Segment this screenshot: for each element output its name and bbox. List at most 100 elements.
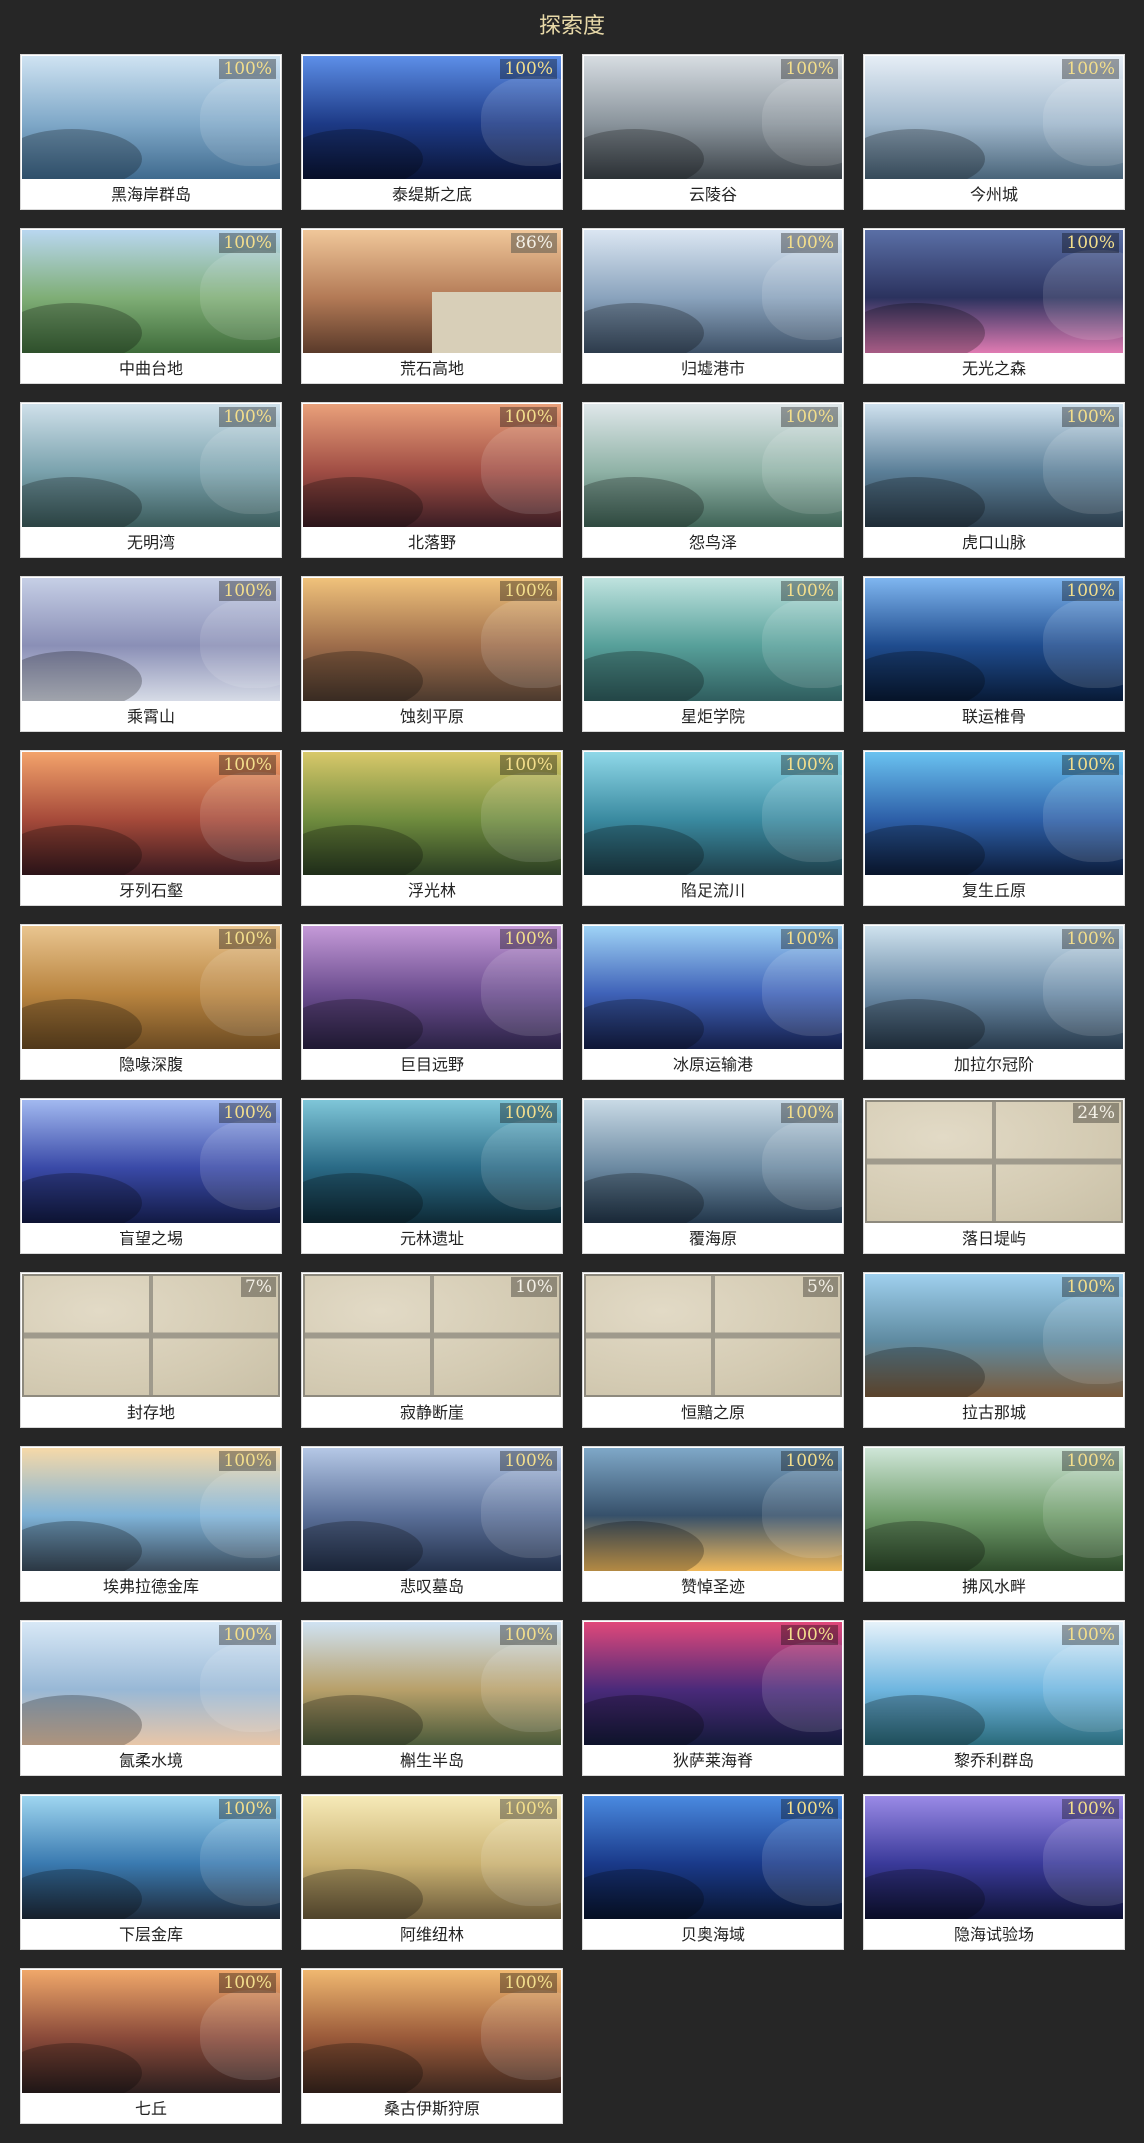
landscape-highlight [1043,946,1123,1036]
region-thumbnail: 100% [865,752,1123,875]
region-card[interactable]: 100% 加拉尔冠阶 [863,924,1125,1080]
region-thumbnail: 10% [303,1274,561,1397]
region-card[interactable]: 100% 黑海岸群岛 [20,54,282,210]
progress-badge: 5% [803,1277,838,1297]
region-name: 悲叹墓岛 [399,1577,464,1596]
region-card[interactable]: 100% 七丘 [20,1968,282,2124]
landscape-highlight [481,1120,561,1210]
region-card[interactable]: 100% 黎乔利群岛 [863,1620,1125,1776]
region-card[interactable]: 100% 蚀刻平原 [301,576,563,732]
region-name: 巨目远野 [399,1055,464,1074]
landscape-highlight [200,1642,280,1732]
region-card[interactable]: 100% 桑古伊斯狩原 [301,1968,563,2124]
landscape-shape [22,1521,142,1571]
landscape-shape [865,1347,985,1397]
region-card[interactable]: 100% 隐喙深腹 [20,924,282,1080]
region-card[interactable]: 100% 盲望之埸 [20,1098,282,1254]
region-card[interactable]: 100% 巨目远野 [301,924,563,1080]
region-card[interactable]: 100% 泰缇斯之底 [301,54,563,210]
region-card[interactable]: 100% 拂风水畔 [863,1446,1125,1602]
landscape-shape [22,999,142,1049]
region-thumbnail: 100% [584,1448,842,1571]
progress-badge: 100% [781,581,838,601]
region-card[interactable]: 7% 封存地 [20,1272,282,1428]
region-card[interactable]: 100% 中曲台地 [20,228,282,384]
region-card[interactable]: 100% 牙列石壑 [20,750,282,906]
region-name: 星炬学院 [680,707,745,726]
region-card[interactable]: 100% 无光之森 [863,228,1125,384]
progress-badge: 100% [1062,407,1119,427]
region-card[interactable]: 100% 冰原运输港 [582,924,844,1080]
region-thumbnail: 100% [22,404,280,527]
region-name: 七丘 [134,2099,167,2118]
region-card[interactable]: 100% 归墟港市 [582,228,844,384]
region-card[interactable]: 100% 悲叹墓岛 [301,1446,563,1602]
region-thumbnail: 100% [584,1796,842,1919]
progress-badge: 100% [500,407,557,427]
progress-badge: 100% [1062,1277,1119,1297]
region-name: 黑海岸群岛 [110,185,191,204]
region-card[interactable]: 100% 联运椎骨 [863,576,1125,732]
region-card[interactable]: 100% 拉古那城 [863,1272,1125,1428]
region-card[interactable]: 10% 寂静断崖 [301,1272,563,1428]
progress-badge: 100% [1062,755,1119,775]
region-card[interactable]: 100% 怨鸟泽 [582,402,844,558]
landscape-shape [584,1521,704,1571]
landscape-highlight [481,1642,561,1732]
landscape-highlight [481,424,561,514]
region-name: 封存地 [126,1403,175,1422]
region-name: 拂风水畔 [961,1577,1026,1596]
region-name: 怨鸟泽 [688,533,737,552]
landscape-highlight [200,598,280,688]
region-card[interactable]: 100% 乘霄山 [20,576,282,732]
region-card[interactable]: 100% 今州城 [863,54,1125,210]
region-card[interactable]: 5% 恒黯之原 [582,1272,844,1428]
region-card[interactable]: 100% 云陵谷 [582,54,844,210]
region-thumbnail: 100% [22,1448,280,1571]
region-card[interactable]: 100% 虎口山脉 [863,402,1125,558]
landscape-highlight [481,772,561,862]
landscape-shape [22,651,142,701]
landscape-highlight [481,76,561,166]
region-card[interactable]: 86% 荒石高地 [301,228,563,384]
progress-badge: 24% [1073,1103,1119,1123]
landscape-highlight [200,76,280,166]
region-card[interactable]: 100% 槲生半岛 [301,1620,563,1776]
region-name: 赞悼圣迹 [680,1577,745,1596]
region-card[interactable]: 100% 陷足流川 [582,750,844,906]
region-card[interactable]: 100% 浮光林 [301,750,563,906]
region-name: 桑古伊斯狩原 [383,2099,480,2118]
region-thumbnail: 100% [865,1448,1123,1571]
landscape-shape [22,1869,142,1919]
region-card[interactable]: 100% 赞悼圣迹 [582,1446,844,1602]
region-card[interactable]: 100% 埃弗拉德金库 [20,1446,282,1602]
landscape-highlight [1043,1816,1123,1906]
landscape-highlight [1043,1642,1123,1732]
region-card[interactable]: 100% 北落野 [301,402,563,558]
region-card[interactable]: 100% 星炬学院 [582,576,844,732]
region-thumbnail: 100% [584,926,842,1049]
progress-badge: 100% [781,755,838,775]
region-card[interactable]: 100% 复生丘原 [863,750,1125,906]
region-card[interactable]: 100% 无明湾 [20,402,282,558]
landscape-highlight [481,1468,561,1558]
region-name: 虎口山脉 [961,533,1026,552]
region-card[interactable]: 100% 贝奥海域 [582,1794,844,1950]
region-card[interactable]: 100% 元林遗址 [301,1098,563,1254]
region-card[interactable]: 100% 下层金库 [20,1794,282,1950]
region-name: 覆海原 [688,1229,737,1248]
landscape-highlight [200,250,280,340]
progress-badge: 100% [500,1451,557,1471]
region-card[interactable]: 100% 隐海试验场 [863,1794,1125,1950]
region-card[interactable]: 24% 落日堤屿 [863,1098,1125,1254]
region-name: 槲生半岛 [399,1751,464,1770]
progress-badge: 100% [219,1625,276,1645]
region-card[interactable]: 100% 阿维纽林 [301,1794,563,1950]
region-card[interactable]: 100% 狄萨莱海脊 [582,1620,844,1776]
landscape-highlight [481,1990,561,2080]
landscape-highlight [762,772,842,862]
progress-badge: 100% [781,1799,838,1819]
region-card[interactable]: 100% 覆海原 [582,1098,844,1254]
landscape-shape [303,477,423,527]
region-card[interactable]: 100% 氤柔水境 [20,1620,282,1776]
